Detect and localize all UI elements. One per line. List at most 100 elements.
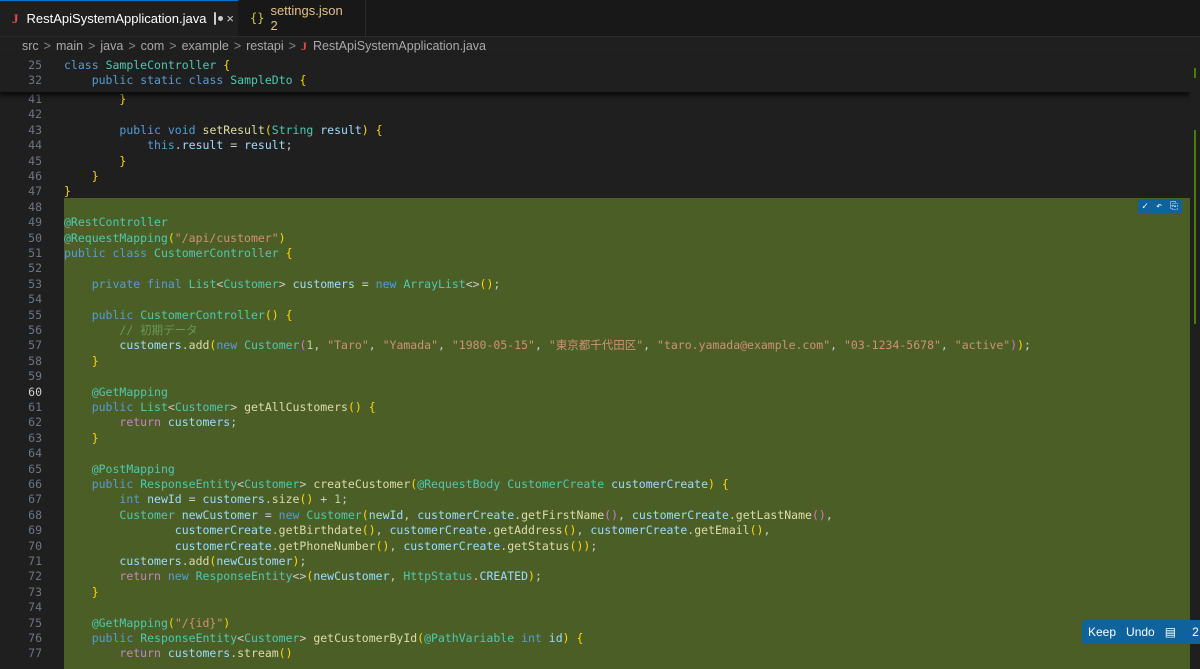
code-line[interactable]: 43 public void setResult(String result) … — [0, 123, 1190, 138]
code-line[interactable]: 74 — [0, 600, 1190, 615]
code-line[interactable]: 42 — [0, 107, 1190, 122]
line-number: 63 — [28, 430, 42, 445]
line-number: 75 — [28, 615, 42, 630]
undo-change-icon[interactable]: ↶ — [1156, 201, 1162, 212]
code-line[interactable]: 57 customers.add(new Customer(1, "Taro",… — [0, 338, 1190, 353]
unsaved-dot-icon[interactable] — [214, 12, 224, 25]
java-file-icon: J — [12, 10, 19, 26]
line-number: 73 — [28, 584, 42, 599]
line-number: 55 — [28, 307, 42, 322]
breadcrumb-item[interactable]: restapi — [246, 39, 284, 53]
code-text: public ResponseEntity<Customer> createCu… — [91, 477, 729, 491]
code-line[interactable]: 47} — [0, 184, 1190, 199]
tab-settings-json[interactable]: {} settings.json 2 — [238, 0, 366, 36]
code-line[interactable]: 71 customers.add(newCustomer); — [0, 554, 1190, 569]
code-line[interactable]: 77 return customers.stream() — [0, 646, 1190, 661]
line-number: 54 — [28, 292, 42, 307]
code-text: public CustomerController() { — [91, 307, 293, 322]
code-line[interactable]: 60 @GetMapping — [0, 385, 1190, 400]
code-line[interactable]: 53 private final List<Customer> customer… — [0, 277, 1190, 292]
code-line[interactable]: 55 public CustomerController() { — [0, 308, 1190, 323]
accept-change-icon[interactable]: ✓ — [1142, 201, 1148, 212]
code-line[interactable]: 76 public ResponseEntity<Customer> getCu… — [0, 631, 1190, 646]
code-line[interactable]: 49 @RestController — [0, 215, 1190, 230]
code-line[interactable]: 63 } — [0, 431, 1190, 446]
code-text: @PostMapping — [91, 461, 175, 476]
sticky-line[interactable]: 32 public static class SampleDto { — [0, 73, 1190, 88]
code-line[interactable]: 46 } — [0, 169, 1190, 184]
close-icon[interactable]: × — [226, 11, 234, 26]
code-line[interactable]: 69 customerCreate.getBirthdate(), custom… — [0, 523, 1190, 538]
breadcrumb-item[interactable]: main — [56, 39, 83, 53]
code-line[interactable]: 67 int newId = customers.size() + 1; — [0, 492, 1190, 507]
code-line[interactable]: 51 public class CustomerController { — [0, 246, 1190, 261]
code-line[interactable]: 45 } — [0, 154, 1190, 169]
code-text: public class CustomerController { — [64, 246, 293, 260]
line-number: 60 — [28, 384, 42, 399]
open-diff-icon[interactable]: ⎘ — [1170, 201, 1178, 212]
code-text: } — [64, 184, 71, 199]
line-number: 45 — [28, 153, 42, 168]
code-line[interactable]: 54 — [0, 292, 1190, 307]
line-number: 69 — [28, 523, 42, 538]
diff-file-icon[interactable]: ▤ — [1165, 625, 1176, 639]
line-number: 47 — [28, 184, 42, 199]
breadcrumb-item[interactable]: src — [22, 39, 39, 53]
code-line[interactable]: 66 public ResponseEntity<Customer> creat… — [0, 477, 1190, 492]
code-line[interactable]: 68 Customer newCustomer = new Customer(n… — [0, 508, 1190, 523]
breadcrumb-item[interactable]: java — [100, 39, 123, 53]
code-line[interactable]: 72 return new ResponseEntity<>(newCustom… — [0, 569, 1190, 584]
code-text: return customers; — [119, 415, 238, 430]
line-number: 42 — [28, 107, 42, 122]
keep-button[interactable]: Keep — [1088, 625, 1116, 639]
line-number: 62 — [28, 415, 42, 430]
code-text: } — [91, 430, 99, 445]
breadcrumb-item[interactable]: example — [182, 39, 229, 53]
code-line[interactable]: 58 } — [0, 354, 1190, 369]
sticky-scroll-header[interactable]: 25 class SampleController {32 public stat… — [0, 56, 1190, 93]
code-line[interactable]: 75 @GetMapping("/{id}") — [0, 616, 1190, 631]
breadcrumb-item[interactable]: com — [141, 39, 165, 53]
code-line[interactable]: 56 // 初期データ — [0, 323, 1190, 338]
code-text: @RequestMapping("/api/customer") — [64, 230, 286, 245]
line-number: 68 — [28, 507, 42, 522]
code-text: @GetMapping("/{id}") — [91, 615, 231, 630]
tab-rest-api-system-application[interactable]: J RestApiSystemApplication.java × — [0, 0, 238, 36]
breadcrumb-item-file[interactable]: RestApiSystemApplication.java — [313, 39, 486, 53]
code-line[interactable]: 44 this.result = result; — [0, 138, 1190, 153]
code-text: public ResponseEntity<Customer> getCusto… — [91, 631, 584, 645]
code-text: customers.add(new Customer(1, "Taro", "Y… — [119, 338, 1031, 353]
line-number: 57 — [28, 338, 42, 353]
undo-button[interactable]: Undo — [1126, 625, 1155, 639]
line-number: 44 — [28, 138, 42, 153]
code-line[interactable]: 64 — [0, 446, 1190, 461]
line-number: 59 — [28, 369, 42, 384]
line-number: 25 — [28, 58, 42, 72]
code-text: } — [91, 169, 99, 183]
code-line[interactable]: 62 return customers; — [0, 415, 1190, 430]
chevron-right-icon: > — [233, 39, 242, 53]
scrollbar-change-marker — [1194, 130, 1196, 324]
line-number: 41 — [28, 92, 42, 106]
code-line[interactable]: 73 } — [0, 585, 1190, 600]
code-text: class SampleController { — [64, 58, 231, 72]
change-counter: 2 o — [1192, 625, 1200, 639]
code-line[interactable]: 41 } — [0, 92, 1190, 107]
code-editor[interactable]: 41 } 42 43 public void setResult(String re… — [0, 56, 1190, 669]
code-line[interactable]: 70 customerCreate.getPhoneNumber(), cust… — [0, 539, 1190, 554]
line-number: 51 — [28, 246, 42, 260]
sticky-line[interactable]: 25 class SampleController { — [0, 58, 1190, 73]
chevron-right-icon: > — [288, 39, 296, 53]
code-line[interactable]: 65 @PostMapping — [0, 462, 1190, 477]
code-line[interactable]: 48 — [0, 200, 1190, 215]
line-number: 67 — [28, 492, 42, 507]
line-number: 65 — [28, 461, 42, 476]
code-text: // 初期データ — [119, 323, 198, 337]
line-number: 72 — [28, 569, 42, 584]
code-line[interactable]: 59 — [0, 369, 1190, 384]
code-line[interactable]: 52 — [0, 261, 1190, 276]
code-text: customers.add(newCustomer); — [119, 554, 307, 568]
code-line[interactable]: 50 @RequestMapping("/api/customer") — [0, 231, 1190, 246]
code-text: private final List<Customer> customers =… — [91, 276, 501, 291]
code-line[interactable]: 61 public List<Customer> getAllCustomers… — [0, 400, 1190, 415]
